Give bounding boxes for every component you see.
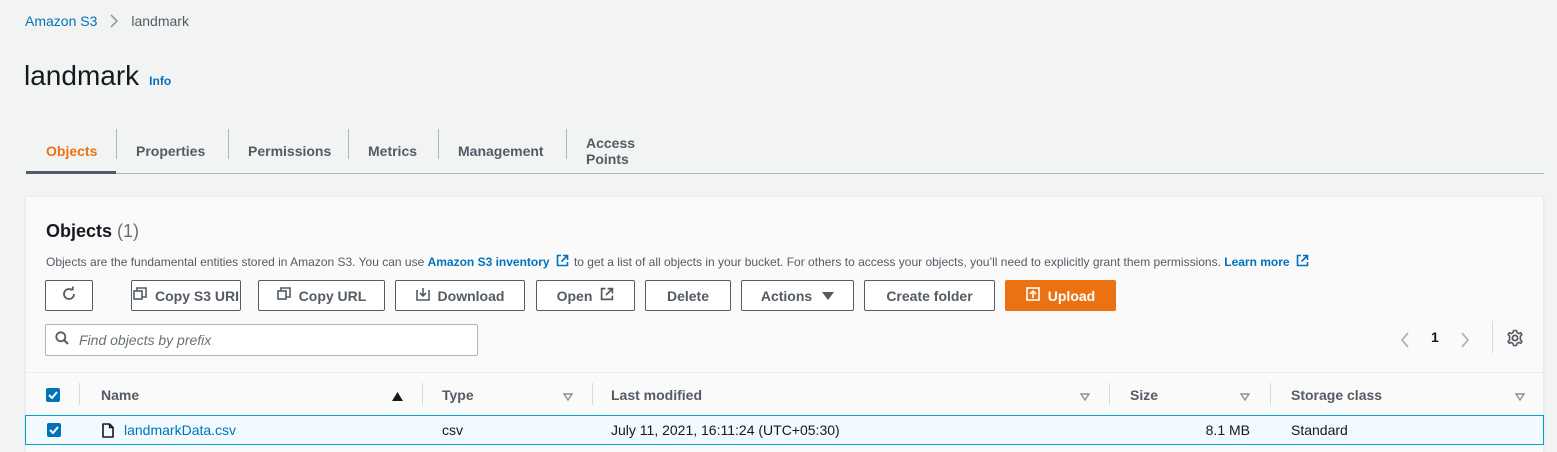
column-header-last-modified[interactable]: Last modified <box>611 373 702 416</box>
external-link-icon <box>592 287 614 304</box>
description-text: Objects are the fundamental entities sto… <box>46 255 428 269</box>
create-folder-button[interactable]: Create folder <box>864 280 995 311</box>
tab-label: Objects <box>46 143 98 159</box>
table-header: Name Type Last modified Size Storage cla… <box>26 372 1543 415</box>
chevron-left-icon <box>1400 332 1409 348</box>
tab-objects[interactable]: Objects <box>26 129 116 174</box>
tab-permissions[interactable]: Permissions <box>228 129 348 173</box>
search-input[interactable] <box>79 332 459 348</box>
tab-label: Management <box>458 143 544 159</box>
sort-icon[interactable] <box>1239 388 1251 406</box>
table-row[interactable]: landmarkData.csv csv July 11, 2021, 16:1… <box>25 415 1544 445</box>
create-folder-label: Create folder <box>886 287 973 304</box>
preferences-button[interactable] <box>1502 325 1528 351</box>
tab-properties[interactable]: Properties <box>116 129 228 173</box>
tab-metrics[interactable]: Metrics <box>348 129 438 173</box>
panel-title-text: Objects <box>46 221 113 241</box>
objects-panel: Objects (1) Objects are the fundamental … <box>25 196 1544 452</box>
search-icon <box>55 330 69 350</box>
copy-icon <box>276 287 299 304</box>
open-button[interactable]: Open <box>536 280 635 311</box>
copy-s3-uri-label: Copy S3 URI <box>154 287 239 304</box>
select-all-cell <box>46 373 60 416</box>
tab-label: Access Points <box>586 135 636 167</box>
copy-icon <box>133 287 155 304</box>
gear-icon <box>1507 329 1523 347</box>
row-select-cell <box>47 416 61 444</box>
copy-s3-uri-button[interactable]: Copy S3 URI <box>131 280 241 311</box>
breadcrumb-current: landmark <box>131 13 189 29</box>
panel-description: Objects are the fundamental entities sto… <box>46 254 1311 270</box>
page-number[interactable]: 1 <box>1431 329 1439 345</box>
previous-page-button[interactable] <box>1400 327 1410 353</box>
refresh-button[interactable] <box>45 280 93 311</box>
object-name-link[interactable]: landmarkData.csv <box>124 422 236 438</box>
actions-dropdown[interactable]: Actions <box>741 280 854 311</box>
tab-bar: Objects Properties Permissions Metrics M… <box>26 129 1544 174</box>
page-title: landmark <box>24 60 140 91</box>
info-link[interactable]: Info <box>149 74 171 88</box>
breadcrumb: Amazon S3 landmark <box>25 12 189 30</box>
column-header-size[interactable]: Size <box>1130 373 1158 416</box>
column-header-type[interactable]: Type <box>442 373 474 416</box>
size-cell: 8.1 MB <box>1205 422 1250 438</box>
chevron-right-icon <box>97 14 131 28</box>
panel-title: Objects (1) <box>46 221 139 242</box>
row-checkbox[interactable] <box>47 423 61 437</box>
refresh-icon <box>61 286 77 305</box>
column-header-storage-class[interactable]: Storage class <box>1291 373 1382 416</box>
description-text: to get a list of all objects in your buc… <box>570 255 1225 269</box>
checkmark-icon <box>49 426 59 434</box>
sort-icon[interactable] <box>1514 388 1526 406</box>
actions-label: Actions <box>760 287 813 304</box>
file-icon <box>102 422 114 438</box>
sort-icon[interactable] <box>562 388 574 406</box>
tab-access-points[interactable]: Access Points <box>566 129 696 173</box>
pagination-divider <box>1492 321 1493 353</box>
external-link-icon <box>556 254 569 270</box>
sort-icon[interactable] <box>1079 388 1091 406</box>
download-label: Download <box>437 287 505 304</box>
object-count: (1) <box>117 221 140 241</box>
copy-url-button[interactable]: Copy URL <box>258 280 385 311</box>
upload-label: Upload <box>1047 287 1096 304</box>
external-link-icon <box>1296 254 1309 270</box>
next-page-button[interactable] <box>1460 327 1470 353</box>
chevron-right-icon <box>1461 332 1470 348</box>
search-field[interactable] <box>45 324 478 356</box>
copy-url-label: Copy URL <box>298 287 367 304</box>
upload-button[interactable]: Upload <box>1005 280 1116 311</box>
type-cell: csv <box>442 422 463 438</box>
name-cell: landmarkData.csv <box>102 416 236 444</box>
delete-label: Delete <box>666 287 710 304</box>
tab-label: Metrics <box>368 143 418 159</box>
learn-more-link[interactable]: Learn more <box>1224 255 1289 269</box>
breadcrumb-amazon-s3[interactable]: Amazon S3 <box>25 13 97 29</box>
tab-label: Permissions <box>248 143 332 159</box>
sort-ascending-icon[interactable] <box>392 388 403 406</box>
column-header-name[interactable]: Name <box>101 373 139 416</box>
storage-class-cell: Standard <box>1291 422 1348 438</box>
last-modified-cell: July 11, 2021, 16:11:24 (UTC+05:30) <box>611 422 840 438</box>
tab-label: Properties <box>136 143 206 159</box>
delete-button[interactable]: Delete <box>645 280 731 311</box>
caret-down-icon <box>812 288 835 304</box>
select-all-checkbox[interactable] <box>46 387 60 402</box>
tab-management[interactable]: Management <box>438 129 566 173</box>
page-header: landmark Info <box>24 60 171 92</box>
download-button[interactable]: Download <box>395 280 525 311</box>
upload-icon <box>1025 287 1048 304</box>
open-label: Open <box>556 287 593 304</box>
download-icon <box>415 287 438 304</box>
checkmark-icon <box>48 390 58 399</box>
inventory-link[interactable]: Amazon S3 inventory <box>428 255 550 269</box>
